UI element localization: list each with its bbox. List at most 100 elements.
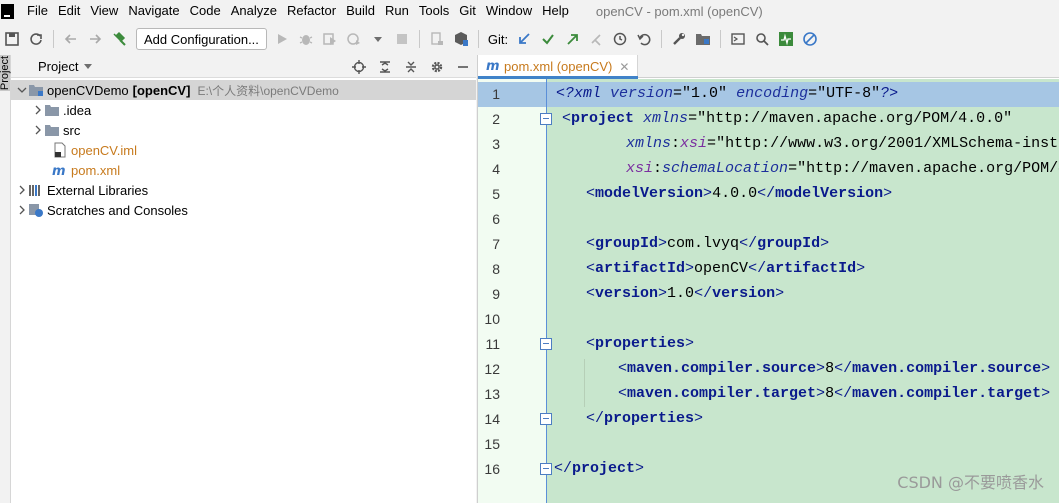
project-structure-icon[interactable] — [449, 27, 473, 51]
activity-monitor-icon[interactable] — [774, 27, 798, 51]
maven-file-icon: m — [486, 58, 500, 75]
tree-label: openCV.iml — [71, 142, 138, 158]
ide-window: File Edit View Navigate Code Analyze Ref… — [0, 0, 1059, 503]
line-number: 15 — [484, 436, 500, 452]
close-icon[interactable]: ✕ — [619, 60, 629, 74]
save-all-icon[interactable] — [0, 27, 24, 51]
build-hammer-icon[interactable] — [107, 27, 131, 51]
more-run-dropdown-icon[interactable] — [366, 27, 390, 51]
code-line-13: <maven.compiler.target>8</maven.compiler… — [618, 385, 1051, 402]
search-icon[interactable] — [750, 27, 774, 51]
line-number: 4 — [492, 161, 500, 177]
line-number: 7 — [492, 236, 500, 252]
project-view-title[interactable]: Project — [38, 59, 78, 74]
git-merge-icon[interactable] — [584, 27, 608, 51]
locate-crosshair-icon[interactable] — [346, 56, 372, 78]
tab-pom-xml[interactable]: m pom.xml (openCV) ✕ — [478, 55, 638, 79]
menu-tools[interactable]: Tools — [414, 0, 454, 22]
menu-refactor[interactable]: Refactor — [282, 0, 341, 22]
project-panel-header: Project — [11, 55, 476, 78]
rollback-icon[interactable] — [632, 27, 656, 51]
xsi-value: "http://www.w3.org/2001/XMLSchema-instan… — [716, 135, 1059, 152]
svg-text:m: m — [486, 59, 500, 72]
tree-item-idea[interactable]: .idea — [11, 100, 476, 120]
line-number: 13 — [484, 386, 500, 402]
project-tool-tab[interactable]: Project — [0, 55, 11, 91]
tree-item-root[interactable]: openCVDemo [openCV] E:\个人资料\openCVDemo — [11, 80, 476, 100]
debug-icon[interactable] — [294, 27, 318, 51]
compiler-source-value: 8 — [825, 360, 835, 377]
hide-minus-icon[interactable] — [450, 56, 476, 78]
menu-code[interactable]: Code — [185, 0, 226, 22]
collapse-all-icon[interactable] — [398, 56, 424, 78]
code-line-11: <properties> — [586, 335, 695, 352]
code-line-5: <modelVersion>4.0.0</modelVersion> — [586, 185, 893, 202]
menu-file[interactable]: File — [22, 0, 53, 22]
chevron-down-icon[interactable] — [16, 84, 28, 96]
forward-arrow-icon[interactable] — [83, 27, 107, 51]
intellij-logo-icon — [1, 3, 14, 19]
menu-analyze[interactable]: Analyze — [226, 0, 282, 22]
line-number: 3 — [492, 136, 500, 152]
fold-marker-icon[interactable] — [540, 413, 552, 425]
history-clock-icon[interactable] — [608, 27, 632, 51]
code-line-7: <groupId>com.lvyq</groupId> — [586, 235, 830, 252]
toolbar-separator — [720, 30, 722, 48]
fold-marker-icon[interactable] — [540, 113, 552, 125]
menu-navigate[interactable]: Navigate — [123, 0, 184, 22]
chevron-right-icon[interactable] — [16, 184, 28, 196]
line-number: 5 — [492, 186, 500, 202]
chevron-down-icon[interactable] — [84, 63, 93, 69]
line-number: 14 — [484, 411, 500, 427]
tree-label: Scratches and Consoles — [47, 202, 188, 218]
run-with-coverage-icon[interactable] — [318, 27, 342, 51]
settings-wrench-icon[interactable] — [667, 27, 691, 51]
fold-marker-icon[interactable] — [540, 463, 552, 475]
git-push-arrow-icon[interactable] — [560, 27, 584, 51]
menu-view[interactable]: View — [85, 0, 123, 22]
stop-icon[interactable] — [390, 27, 414, 51]
back-arrow-icon[interactable] — [59, 27, 83, 51]
tree-item-external-libraries[interactable]: External Libraries — [11, 180, 476, 200]
module-folder-icon — [28, 82, 44, 98]
csdn-watermark: CSDN @不要喷香水 — [897, 473, 1044, 492]
git-commit-check-icon[interactable] — [536, 27, 560, 51]
menu-edit[interactable]: Edit — [53, 0, 85, 22]
menu-help[interactable]: Help — [537, 0, 574, 22]
attach-debugger-icon[interactable] — [425, 27, 449, 51]
chevron-right-icon[interactable] — [32, 104, 44, 116]
no-entry-circle-icon[interactable] — [798, 27, 822, 51]
chevron-right-icon[interactable] — [32, 124, 44, 136]
xml-version-value: "1.0" — [682, 85, 728, 102]
line-number: 6 — [492, 211, 500, 227]
code-editor[interactable]: 1 2 3 4 5 6 7 8 9 10 11 12 13 14 15 16 <… — [478, 79, 1059, 503]
code-line-2: <project xmlns="http://maven.apache.org/… — [562, 110, 1013, 127]
git-update-arrow-icon[interactable] — [512, 27, 536, 51]
sync-icon[interactable] — [24, 27, 48, 51]
menu-window[interactable]: Window — [481, 0, 537, 22]
schema-location-value: "http://maven.apache.org/POM/4.0.0 h — [797, 160, 1059, 177]
fold-marker-icon[interactable] — [540, 338, 552, 350]
folder-icon — [44, 102, 60, 118]
window-title: openCV - pom.xml (openCV) — [595, 3, 763, 19]
menu-git[interactable]: Git — [454, 0, 481, 22]
add-configuration-button[interactable]: Add Configuration... — [136, 28, 267, 50]
tree-item-scratches[interactable]: Scratches and Consoles — [11, 200, 476, 220]
profile-icon[interactable] — [342, 27, 366, 51]
chevron-right-icon[interactable] — [16, 204, 28, 216]
tree-item-iml[interactable]: openCV.iml — [11, 140, 476, 160]
main-toolbar: Add Configuration... Git: — [0, 26, 1059, 52]
run-icon[interactable] — [270, 27, 294, 51]
expand-all-icon[interactable] — [372, 56, 398, 78]
menu-bar: File Edit View Navigate Code Analyze Ref… — [0, 0, 1059, 22]
line-number: 10 — [484, 311, 500, 327]
tree-item-src[interactable]: src — [11, 120, 476, 140]
menu-build[interactable]: Build — [341, 0, 380, 22]
terminal-icon[interactable] — [726, 27, 750, 51]
menu-run[interactable]: Run — [380, 0, 414, 22]
project-folder-settings-icon[interactable] — [691, 27, 715, 51]
tree-item-pom[interactable]: m pom.xml — [11, 160, 476, 180]
code-line-4: xsi:schemaLocation="http://maven.apache.… — [626, 160, 1059, 177]
gear-icon[interactable] — [424, 56, 450, 78]
indent-guide — [584, 359, 585, 407]
